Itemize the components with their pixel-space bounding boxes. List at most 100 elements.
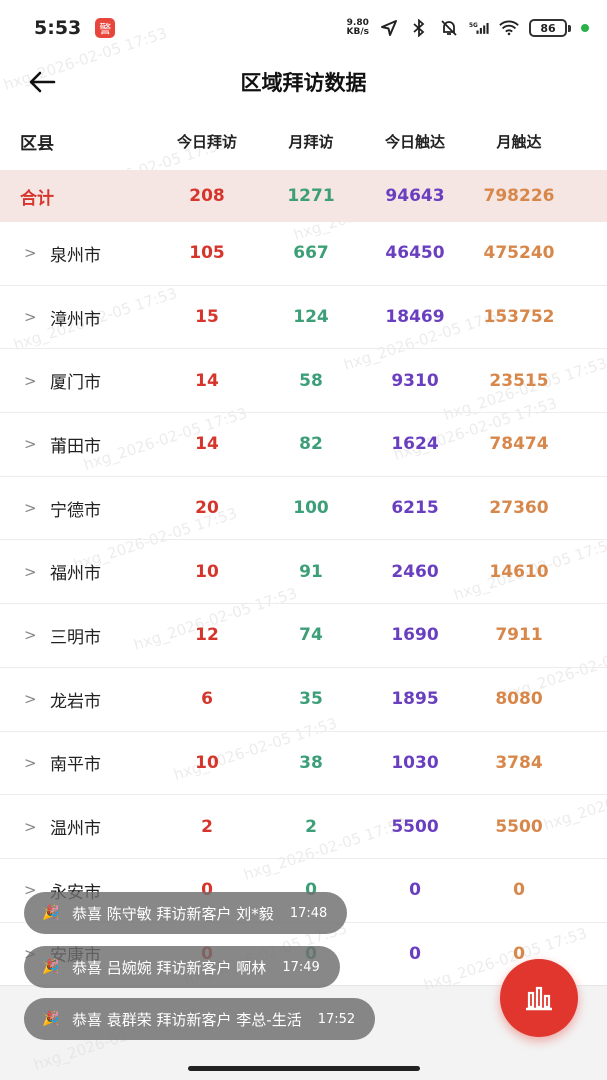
back-button[interactable] <box>28 68 58 96</box>
table-row[interactable]: > 泉州市 105 667 46450 475240 <box>0 222 607 286</box>
today-reach-cell: 18469 <box>385 307 445 328</box>
today-visit-cell: 14 <box>195 370 219 391</box>
month-visit-cell: 2 <box>305 816 317 837</box>
region-name: 漳州市 <box>50 309 101 330</box>
total-month-visit: 1271 <box>287 186 335 206</box>
region-cell: > 三明市 <box>0 623 155 648</box>
party-popper-icon: 🎉 <box>42 959 60 975</box>
today-reach-cell: 5500 <box>391 816 439 837</box>
today-reach-cell: 1895 <box>391 689 439 710</box>
region-cell: > 福州市 <box>0 559 155 585</box>
notification-text: 恭喜 吕婉婉 拜访新客户 啊林 <box>72 958 267 977</box>
region-name: 宁德市 <box>50 500 101 521</box>
visit-notification-toast: 🎉 恭喜 陈守敏 拜访新客户 刘*毅 17:48 <box>24 892 348 934</box>
today-reach-cell: 2460 <box>391 561 439 582</box>
region-cell: > 漳州市 <box>0 305 155 330</box>
month-visit-cell: 35 <box>299 689 323 710</box>
month-reach-cell: 8080 <box>495 689 543 710</box>
status-icons: 9.80 KB/s 5G 86 <box>347 19 589 37</box>
battery-level: 86 <box>529 19 567 37</box>
table-row[interactable]: > 福州市 10 91 2460 14610 <box>0 540 607 605</box>
chevron-right-icon: > <box>24 562 37 581</box>
total-row: 合计 208 1271 94643 798226 <box>0 170 607 222</box>
region-cell: > 南平市 <box>0 750 155 776</box>
network-speed-unit: KB/s <box>346 27 369 37</box>
table-row[interactable]: > 厦门市 14 58 9310 23515 <box>0 349 607 414</box>
column-header-today-visit: 今日拜访 <box>176 132 237 151</box>
chevron-right-icon: > <box>24 690 37 709</box>
wifi-icon <box>499 19 519 37</box>
month-visit-cell: 82 <box>299 434 323 455</box>
home-indicator[interactable] <box>188 1066 420 1071</box>
party-popper-icon: 🎉 <box>42 1011 60 1027</box>
today-visit-cell: 105 <box>189 243 225 264</box>
notification-time: 17:52 <box>317 1011 356 1027</box>
today-reach-cell: 0 <box>409 880 421 901</box>
total-today-visit: 208 <box>189 186 225 206</box>
region-cell: > 龙岩市 <box>0 687 155 712</box>
signal-5g-icon: 5G <box>469 19 489 37</box>
table-row[interactable]: > 龙岩市 6 35 1895 8080 <box>0 668 607 732</box>
notification-text: 恭喜 陈守敏 拜访新客户 刘*毅 <box>72 904 274 923</box>
chevron-right-icon: > <box>24 244 37 263</box>
month-reach-cell: 5500 <box>495 816 543 837</box>
status-time: 5:53 <box>34 17 82 39</box>
notification-time: 17:48 <box>289 905 328 921</box>
region-cell: > 泉州市 <box>0 241 155 266</box>
chevron-right-icon: > <box>24 753 37 772</box>
month-visit-cell: 91 <box>299 561 323 582</box>
table-row[interactable]: > 南平市 10 38 1030 3784 <box>0 732 607 796</box>
chart-fab-button[interactable] <box>500 959 578 1037</box>
month-visit-cell: 124 <box>293 307 329 328</box>
today-reach-cell: 1624 <box>391 434 439 455</box>
chevron-right-icon: > <box>24 626 37 645</box>
today-visit-cell: 2 <box>201 816 213 837</box>
chevron-right-icon: > <box>24 817 37 836</box>
region-cell: > 宁德市 <box>0 496 155 521</box>
chevron-right-icon: > <box>24 435 37 454</box>
region-name: 温州市 <box>50 819 101 840</box>
table-row[interactable]: > 宁德市 20 100 6215 27360 <box>0 477 607 541</box>
month-reach-cell: 7911 <box>495 625 543 646</box>
today-reach-cell: 6215 <box>391 498 439 519</box>
region-cell: > 莆田市 <box>0 432 155 457</box>
today-visit-cell: 12 <box>195 625 219 646</box>
month-reach-cell: 78474 <box>489 434 549 455</box>
region-name: 三明市 <box>50 627 101 648</box>
month-visit-cell: 667 <box>293 243 329 264</box>
party-popper-icon: 🎉 <box>42 905 60 921</box>
table-row[interactable]: > 三明市 12 74 1690 7911 <box>0 604 607 668</box>
table-header: 区县 今日拜访 月拜访 今日触达 月触达 <box>0 112 607 170</box>
today-visit-cell: 20 <box>195 498 219 519</box>
month-visit-cell: 58 <box>299 370 323 391</box>
privacy-indicator-dot <box>581 24 589 32</box>
app-notification-icon: 警 <box>95 18 116 38</box>
region-name: 龙岩市 <box>50 691 101 712</box>
location-icon <box>379 19 399 37</box>
table-row[interactable]: > 漳州市 15 124 18469 153752 <box>0 286 607 350</box>
month-reach-cell: 3784 <box>495 752 543 773</box>
month-reach-cell: 0 <box>513 943 525 964</box>
today-reach-cell: 46450 <box>385 243 445 264</box>
column-header-month-visit: 月拜访 <box>288 132 334 151</box>
today-visit-cell: 10 <box>195 752 219 773</box>
visit-notification-toast: 🎉 恭喜 吕婉婉 拜访新客户 啊林 17:49 <box>24 946 340 988</box>
month-visit-cell: 38 <box>299 752 323 773</box>
status-bar: 5:53 警 9.80 KB/s 5G 86 <box>0 0 607 56</box>
battery-icon: 86 <box>529 19 571 37</box>
region-table-body: > 泉州市 105 667 46450 475240 > 漳州市 15 124 18469 15375… <box>0 222 607 987</box>
bluetooth-icon <box>409 19 429 37</box>
month-visit-cell: 74 <box>299 625 323 646</box>
region-name: 莆田市 <box>50 436 101 457</box>
column-header-month-reach: 月触达 <box>496 132 542 151</box>
month-reach-cell: 23515 <box>489 370 549 391</box>
today-visit-cell: 15 <box>195 307 219 328</box>
table-row[interactable]: > 莆田市 14 82 1624 78474 <box>0 413 607 477</box>
region-name: 南平市 <box>50 755 101 776</box>
region-name: 泉州市 <box>50 245 101 266</box>
month-reach-cell: 475240 <box>483 243 555 264</box>
total-month-reach: 798226 <box>483 186 555 206</box>
table-row[interactable]: > 温州市 2 2 5500 5500 <box>0 795 607 859</box>
column-header-region: 区县 <box>20 133 54 154</box>
month-visit-cell: 100 <box>293 498 329 519</box>
